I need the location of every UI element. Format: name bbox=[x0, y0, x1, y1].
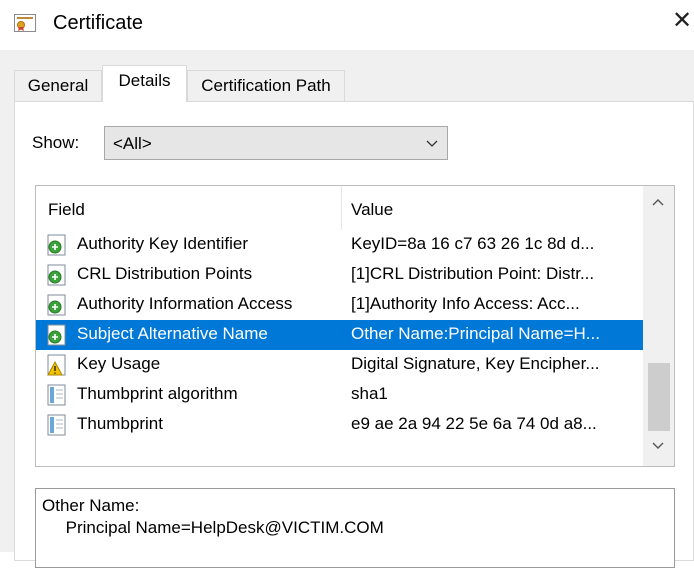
list-row-subject-alternative-name[interactable]: Subject Alternative Name Other Name:Prin… bbox=[36, 320, 643, 350]
chevron-down-icon bbox=[426, 140, 438, 147]
scroll-up-arrow-icon[interactable] bbox=[651, 196, 665, 208]
row-field: CRL Distribution Points bbox=[77, 264, 253, 283]
column-header-field[interactable]: Field bbox=[48, 200, 85, 220]
row-value: [1]CRL Distribution Point: Distr... bbox=[351, 264, 595, 283]
extension-icon bbox=[47, 294, 66, 316]
tab-certification-path[interactable]: Certification Path bbox=[187, 70, 345, 101]
list-row-authority-information-access[interactable]: Authority Information Access [1]Authorit… bbox=[36, 290, 643, 320]
row-field: Subject Alternative Name bbox=[77, 324, 268, 343]
certificate-dialog: General Details Certification Path Show:… bbox=[0, 50, 694, 568]
row-value: KeyID=8a 16 c7 63 26 1c 8d d... bbox=[351, 234, 595, 253]
row-value: sha1 bbox=[351, 384, 388, 403]
extension-icon bbox=[47, 324, 66, 346]
row-field: Authority Key Identifier bbox=[77, 234, 249, 253]
list-row-crl-distribution-points[interactable]: CRL Distribution Points [1]CRL Distribut… bbox=[36, 260, 643, 290]
row-field: Authority Information Access bbox=[77, 294, 293, 313]
row-field: Key Usage bbox=[77, 354, 161, 373]
row-value: Digital Signature, Key Encipher... bbox=[351, 354, 600, 373]
show-dropdown[interactable]: <All> bbox=[104, 126, 448, 160]
window-title: Certificate bbox=[53, 12, 144, 34]
vertical-scrollbar[interactable] bbox=[643, 186, 674, 466]
scrollbar-thumb[interactable] bbox=[648, 363, 670, 431]
extension-icon bbox=[47, 264, 66, 286]
row-value: [1]Authority Info Access: Acc... bbox=[351, 294, 580, 313]
column-header-value[interactable]: Value bbox=[351, 200, 393, 220]
close-icon[interactable]: ✕ bbox=[672, 8, 692, 34]
list-row-key-usage[interactable]: Key Usage Digital Signature, Key Enciphe… bbox=[36, 350, 643, 380]
show-selected-value: <All> bbox=[113, 134, 152, 153]
field-detail-textbox[interactable]: Other Name: Principal Name=HelpDesk@VICT… bbox=[35, 488, 675, 568]
extension-icon bbox=[47, 234, 66, 256]
fields-list[interactable]: Field Value Authority Key Identifier Key… bbox=[35, 185, 675, 467]
show-label: Show: bbox=[32, 133, 80, 152]
certificate-icon bbox=[14, 14, 36, 32]
document-icon bbox=[47, 414, 66, 436]
list-header: Field Value bbox=[36, 186, 643, 230]
tab-general[interactable]: General bbox=[14, 70, 102, 101]
column-separator[interactable] bbox=[341, 186, 342, 230]
tab-details[interactable]: Details bbox=[102, 65, 187, 102]
title-bar: Certificate ✕ bbox=[0, 0, 694, 50]
row-field: Thumbprint algorithm bbox=[77, 384, 238, 403]
scroll-down-arrow-icon[interactable] bbox=[651, 440, 665, 452]
list-row-thumbprint-algorithm[interactable]: Thumbprint algorithm sha1 bbox=[36, 380, 643, 410]
list-row-authority-key-identifier[interactable]: Authority Key Identifier KeyID=8a 16 c7 … bbox=[36, 230, 643, 260]
row-value: e9 ae 2a 94 22 5e 6a 74 0d a8... bbox=[351, 414, 597, 433]
document-icon bbox=[47, 384, 66, 406]
row-value: Other Name:Principal Name=H... bbox=[351, 324, 600, 343]
list-row-thumbprint[interactable]: Thumbprint e9 ae 2a 94 22 5e 6a 74 0d a8… bbox=[36, 410, 643, 440]
warning-icon bbox=[47, 354, 66, 376]
row-field: Thumbprint bbox=[77, 414, 163, 433]
details-panel: Show: <All> Field Value Authority Key Id… bbox=[14, 101, 694, 568]
